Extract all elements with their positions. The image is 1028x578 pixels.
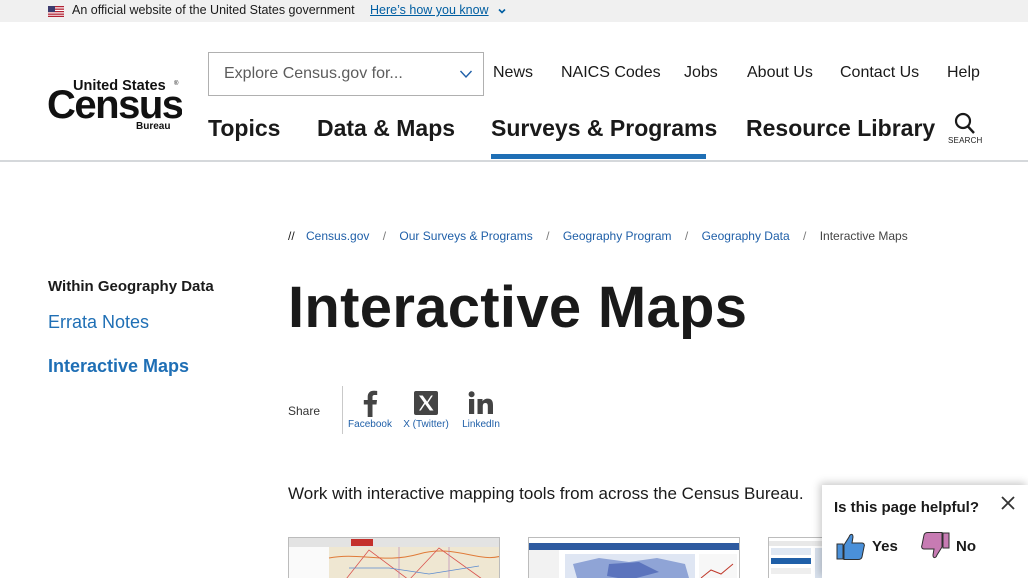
share-linkedin-label: LinkedIn — [462, 419, 500, 430]
search-input[interactable]: Explore Census.gov for... — [208, 52, 484, 96]
sidebar-item-interactive-maps[interactable]: Interactive Maps — [48, 356, 189, 377]
feedback-yes-label: Yes — [872, 537, 898, 555]
nav-resource-library[interactable]: Resource Library — [746, 115, 935, 142]
nav-contact-us[interactable]: Contact Us — [840, 64, 919, 82]
feedback-no-label: No — [956, 537, 976, 555]
chevron-down-icon[interactable] — [459, 67, 473, 81]
share-divider — [342, 386, 343, 434]
share-linkedin-button[interactable]: LinkedIn — [459, 388, 503, 430]
share-label: Share — [288, 404, 321, 418]
page-title: Interactive Maps — [288, 275, 748, 340]
gov-banner: An official website of the United States… — [0, 0, 1028, 22]
map-thumbnail-image — [289, 538, 499, 578]
sidebar-item-errata-notes[interactable]: Errata Notes — [48, 312, 149, 333]
share-facebook-button[interactable]: Facebook — [346, 388, 394, 430]
search-button-label: SEARCH — [948, 136, 983, 145]
map-thumbnail[interactable] — [528, 537, 740, 578]
breadcrumb-separator: / — [546, 229, 550, 243]
breadcrumb-lead: // — [288, 229, 295, 243]
feedback-widget: Is this page helpful? Yes No — [822, 485, 1028, 578]
nav-topics[interactable]: Topics — [208, 115, 280, 142]
feedback-yes-button[interactable]: Yes — [836, 531, 898, 561]
sidebar-heading: Within Geography Data — [48, 278, 214, 295]
nav-about-us[interactable]: About Us — [747, 64, 813, 82]
linkedin-icon — [468, 391, 493, 414]
share-facebook-label: Facebook — [348, 419, 392, 430]
breadcrumb-separator: / — [382, 229, 387, 243]
header-divider — [0, 160, 1028, 162]
active-nav-indicator — [491, 154, 706, 159]
x-twitter-icon — [414, 391, 438, 415]
breadcrumb-separator: / — [803, 229, 807, 243]
map-thumbnail[interactable] — [288, 537, 500, 578]
thumbs-down-icon — [921, 532, 950, 559]
nav-surveys-programs[interactable]: Surveys & Programs — [491, 115, 717, 142]
nav-news[interactable]: News — [493, 64, 533, 82]
search-icon — [954, 112, 975, 134]
facebook-icon — [363, 390, 378, 417]
chevron-down-icon[interactable] — [496, 5, 508, 17]
gov-banner-text: An official website of the United States… — [72, 3, 355, 17]
nav-help[interactable]: Help — [947, 64, 980, 82]
nav-jobs[interactable]: Jobs — [684, 64, 718, 82]
breadcrumb: // Census.gov / Our Surveys & Programs /… — [288, 229, 908, 243]
breadcrumb-current: Interactive Maps — [819, 229, 908, 243]
share-x-twitter-button[interactable]: X (Twitter) — [400, 388, 452, 430]
how-you-know-link[interactable]: Here’s how you know — [370, 3, 489, 17]
nav-naics-codes[interactable]: NAICS Codes — [561, 64, 661, 82]
census-logo[interactable]: United States ® Census Bureau — [48, 76, 182, 132]
intro-text: Work with interactive mapping tools from… — [288, 484, 804, 503]
breadcrumb-geography-program[interactable]: Geography Program — [563, 229, 672, 243]
close-icon[interactable] — [1000, 495, 1016, 511]
breadcrumb-separator: / — [684, 229, 689, 243]
search-placeholder: Explore Census.gov for... — [224, 65, 403, 82]
nav-data-maps[interactable]: Data & Maps — [317, 115, 455, 142]
feedback-question: Is this page helpful? — [834, 499, 980, 516]
share-x-twitter-label: X (Twitter) — [403, 419, 449, 430]
us-flag-icon — [48, 6, 64, 17]
map-thumbnail-image — [529, 538, 739, 578]
breadcrumb-geography-data[interactable]: Geography Data — [702, 229, 790, 243]
thumbs-up-icon — [836, 533, 865, 560]
breadcrumb-our-surveys-programs[interactable]: Our Surveys & Programs — [399, 229, 532, 243]
feedback-no-button[interactable]: No — [920, 531, 976, 561]
breadcrumb-census-gov[interactable]: Census.gov — [306, 229, 369, 243]
search-button[interactable]: SEARCH — [948, 112, 982, 152]
logo-line3: Bureau — [136, 121, 170, 132]
